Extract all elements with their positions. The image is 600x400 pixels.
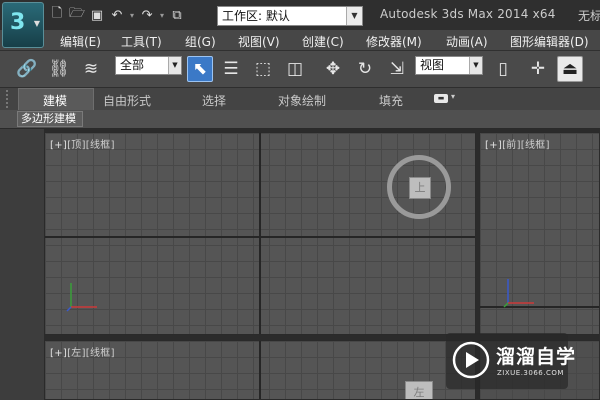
axis-gizmo-icon: [503, 279, 534, 308]
menu-group[interactable]: 组(G): [185, 33, 216, 50]
menu-animation[interactable]: 动画(A): [446, 33, 488, 50]
unlink-icon[interactable]: ⛓: [46, 56, 72, 82]
document-title: 无标: [578, 9, 600, 23]
chevron-down-icon[interactable]: ▼: [346, 7, 362, 25]
ribbon-grip[interactable]: [6, 90, 12, 108]
tab-modeling[interactable]: 建模: [43, 92, 67, 109]
keyboard-shortcut-override-icon[interactable]: ⏏: [557, 56, 583, 82]
select-object-icon[interactable]: ⬉: [187, 56, 213, 82]
viewport-plus-menu[interactable]: [+]: [50, 348, 67, 359]
viewport-left[interactable]: [+][左][线框] 左: [44, 340, 476, 400]
chevron-down-icon: ▼: [33, 19, 40, 28]
viewport-view-label[interactable]: [顶]: [67, 140, 86, 151]
viewcube[interactable]: 上: [387, 155, 451, 219]
menu-bar: 编辑(E) 工具(T) 组(G) 视图(V) 创建(C) 修改器(M) 动画(A…: [0, 30, 600, 51]
viewcube-face[interactable]: 上: [409, 177, 431, 199]
application-menu-button[interactable]: 3 ▼: [2, 2, 44, 48]
ribbon-panel: 多边形建模: [0, 110, 600, 129]
menu-graph-editors[interactable]: 图形编辑器(D): [510, 33, 589, 50]
viewport-top[interactable]: [+][顶][线框] 上: [44, 132, 476, 335]
workspace-selector[interactable]: 工作区: 默认 ▼: [217, 6, 363, 26]
viewport-shading-label[interactable]: [线框]: [521, 140, 550, 151]
viewport-label[interactable]: [+][顶][线框]: [50, 136, 115, 151]
reference-coordinate-value: 视图: [420, 58, 445, 72]
menu-edit[interactable]: 编辑(E): [60, 33, 101, 50]
app-title: Autodesk 3ds Max 2014 x64: [380, 7, 556, 21]
tab-populate[interactable]: 填充: [379, 92, 403, 109]
viewport-front[interactable]: [+][前][线框]: [479, 132, 600, 335]
quick-access-toolbar: 🗋 🗁 ▣ ↶ ▾ ↷ ▾ ⧉: [48, 4, 186, 26]
viewcube-face[interactable]: 左: [405, 381, 433, 399]
viewport-view-label[interactable]: [前]: [502, 140, 521, 151]
chevron-down-icon[interactable]: ▼: [469, 57, 482, 74]
title-bar: 3 ▼ 🗋 🗁 ▣ ↶ ▾ ↷ ▾ ⧉ 工作区: 默认 ▼ Autodesk 3…: [0, 0, 600, 48]
selection-filter-value: 全部: [120, 58, 145, 72]
bind-space-warp-icon[interactable]: ≋: [78, 56, 104, 82]
select-manipulate-icon[interactable]: ✛: [525, 56, 551, 82]
redo-icon[interactable]: ↷: [138, 6, 156, 24]
viewport-view-label[interactable]: [左]: [67, 348, 86, 359]
ribbon-options-icon[interactable]: ▬: [434, 94, 448, 103]
main-toolbar: 🔗 ⛓ ≋ 全部 ▼ ⬉ ☰ ⬚ ◫ ✥ ↻ ⇲ 视图 ▼ ▯ ✛ ⏏: [0, 51, 600, 88]
grid-axis-vertical: [259, 341, 261, 399]
project-folder-icon[interactable]: ⧉: [168, 6, 186, 24]
rectangular-selection-icon[interactable]: ⬚: [250, 56, 276, 82]
grid-axis-vertical: [259, 133, 261, 334]
watermark: 溜溜自学 ZIXUE.3066.COM: [446, 333, 575, 389]
undo-icon[interactable]: ↶: [108, 6, 126, 24]
watermark-text: 溜溜自学: [496, 346, 577, 368]
window-crossing-icon[interactable]: ◫: [282, 56, 308, 82]
polygon-modeling-button[interactable]: 多边形建模: [17, 111, 83, 127]
menu-modifiers[interactable]: 修改器(M): [366, 33, 422, 50]
save-icon[interactable]: ▣: [88, 6, 106, 24]
viewport-plus-menu[interactable]: [+]: [485, 140, 502, 151]
move-icon[interactable]: ✥: [320, 56, 346, 82]
viewport-label[interactable]: [+][左][线框]: [50, 344, 115, 359]
select-by-name-icon[interactable]: ☰: [218, 56, 244, 82]
viewport-plus-menu[interactable]: [+]: [50, 140, 67, 151]
axis-gizmo-icon: [66, 283, 97, 312]
tab-object-paint[interactable]: 对象绘制: [278, 92, 326, 109]
redo-dropdown-icon[interactable]: ▾: [160, 11, 164, 20]
new-file-icon[interactable]: 🗋: [48, 6, 66, 24]
viewport-label[interactable]: [+][前][线框]: [485, 136, 550, 151]
link-icon[interactable]: 🔗: [14, 56, 40, 82]
watermark-url: ZIXUE.3066.COM: [497, 369, 564, 377]
menu-tools[interactable]: 工具(T): [121, 33, 162, 50]
viewport-shading-label[interactable]: [线框]: [86, 140, 115, 151]
pivot-center-icon[interactable]: ▯: [490, 56, 516, 82]
rotate-icon[interactable]: ↻: [352, 56, 378, 82]
selection-filter-dropdown[interactable]: 全部 ▼: [115, 56, 182, 75]
grid-axis-horizontal: [480, 306, 599, 308]
watermark-play-logo-icon: [452, 341, 490, 379]
viewport-shading-label[interactable]: [线框]: [86, 348, 115, 359]
tab-selection[interactable]: 选择: [202, 92, 226, 109]
workspace-label: 工作区: 默认: [222, 9, 290, 23]
tab-freeform[interactable]: 自由形式: [103, 92, 151, 109]
menu-views[interactable]: 视图(V): [238, 33, 280, 50]
viewport-left-border: [0, 129, 44, 400]
ribbon-tab-bar: 建模 自由形式 选择 对象绘制 填充 ▬ ▾: [0, 88, 600, 110]
3dsmax-logo-icon: 3: [10, 10, 26, 35]
chevron-down-icon[interactable]: ▾: [451, 92, 455, 101]
undo-dropdown-icon[interactable]: ▾: [130, 11, 134, 20]
chevron-down-icon[interactable]: ▼: [168, 57, 181, 74]
menu-create[interactable]: 创建(C): [302, 33, 344, 50]
reference-coordinate-dropdown[interactable]: 视图 ▼: [415, 56, 483, 75]
scale-icon[interactable]: ⇲: [384, 56, 410, 82]
open-folder-icon[interactable]: 🗁: [68, 6, 86, 24]
